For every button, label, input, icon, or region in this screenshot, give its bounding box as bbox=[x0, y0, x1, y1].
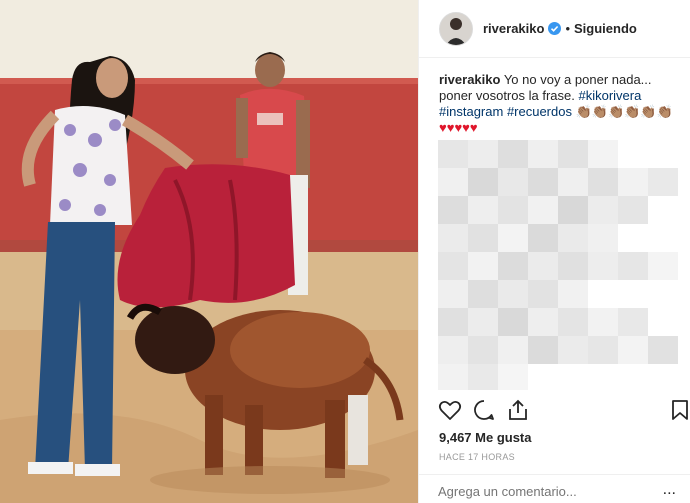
red-heart-icon: ♥ bbox=[462, 120, 470, 135]
more-options-icon[interactable]: ... bbox=[663, 481, 676, 499]
instagram-post: riverakiko • Siguiendo riverakiko Yo no … bbox=[0, 0, 690, 503]
separator-dot: • bbox=[565, 21, 570, 36]
share-icon[interactable] bbox=[506, 398, 530, 422]
red-heart-icon: ♥ bbox=[454, 120, 463, 135]
bookmark-icon[interactable] bbox=[668, 398, 690, 422]
hashtag-link[interactable]: #recuerdos bbox=[507, 104, 572, 119]
verified-icon bbox=[548, 22, 562, 35]
pixelated-comments bbox=[438, 140, 682, 390]
bullfighting-photo bbox=[0, 0, 418, 503]
caption-username[interactable]: riverakiko bbox=[439, 72, 500, 87]
avatar[interactable] bbox=[439, 11, 473, 46]
red-heart-icon: ♥ bbox=[469, 120, 478, 135]
following-button[interactable]: Siguiendo bbox=[574, 21, 637, 36]
comment-bar: ... bbox=[418, 474, 690, 503]
post-header: riverakiko • Siguiendo bbox=[419, 0, 690, 58]
red-heart-icon: ♥ bbox=[439, 120, 447, 135]
post-actions bbox=[438, 398, 688, 424]
hashtag-link[interactable]: #kikorivera bbox=[578, 88, 641, 103]
post-photo[interactable] bbox=[0, 0, 418, 503]
caption-emojis: 👏🏽👏🏽👏🏽👏🏽👏🏽👏🏽 bbox=[575, 104, 673, 119]
heart-icon[interactable] bbox=[438, 398, 462, 422]
comment-icon[interactable] bbox=[472, 398, 496, 422]
username-link[interactable]: riverakiko bbox=[483, 21, 544, 36]
comment-input[interactable] bbox=[438, 484, 668, 499]
likes-count[interactable]: 9,467 Me gusta bbox=[439, 430, 532, 445]
post-timestamp: HACE 17 HORAS bbox=[439, 452, 515, 462]
hashtag-link[interactable]: #instagram bbox=[439, 104, 503, 119]
post-caption: riverakiko Yo no voy a poner nada... pon… bbox=[439, 72, 679, 136]
